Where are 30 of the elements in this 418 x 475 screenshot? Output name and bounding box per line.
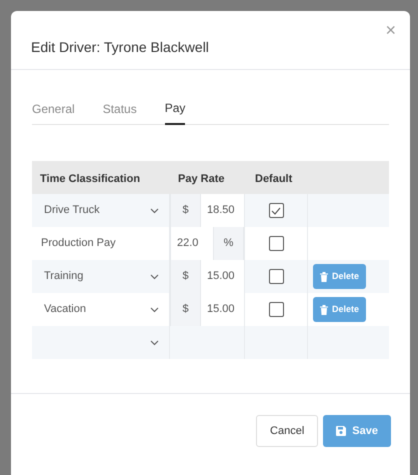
column-header: Pay Rate [178,172,224,184]
chevron-down-icon [150,340,159,346]
dialog-title: Edit Driver: Tyrone Blackwell [31,38,209,57]
chevron-down-icon [150,306,159,312]
chevron-down-icon [150,208,159,214]
classification-select[interactable]: Drive Truck [32,194,169,227]
tab[interactable]: Status [102,98,137,125]
unit-addon: $ [170,293,201,326]
tab[interactable]: General [32,98,75,125]
check-icon [271,206,281,214]
default-checkbox[interactable] [268,269,284,284]
tab[interactable]: Pay [164,98,186,125]
classification-select[interactable]: Vacation [32,293,169,326]
unit-addon: $ [170,194,201,227]
trash-icon [320,272,328,282]
unit-addon: % [213,227,244,260]
cancel-button[interactable]: Cancel [256,415,318,447]
save-icon [336,426,346,436]
pay-rate-input[interactable]: 15.00 [201,260,244,293]
default-checkbox[interactable] [268,302,284,317]
unit-addon: $ [170,260,201,293]
default-checkbox[interactable] [268,203,284,218]
default-checkbox[interactable] [268,236,284,251]
classification-select[interactable]: Training [32,260,169,293]
column-header: Default [255,172,292,184]
classification-text: Production Pay [40,236,116,252]
trash-icon [320,304,328,314]
chevron-down-icon [150,274,159,280]
pay-rate-input[interactable]: 18.50 [201,194,244,227]
column-header: Time Classification [40,172,140,184]
